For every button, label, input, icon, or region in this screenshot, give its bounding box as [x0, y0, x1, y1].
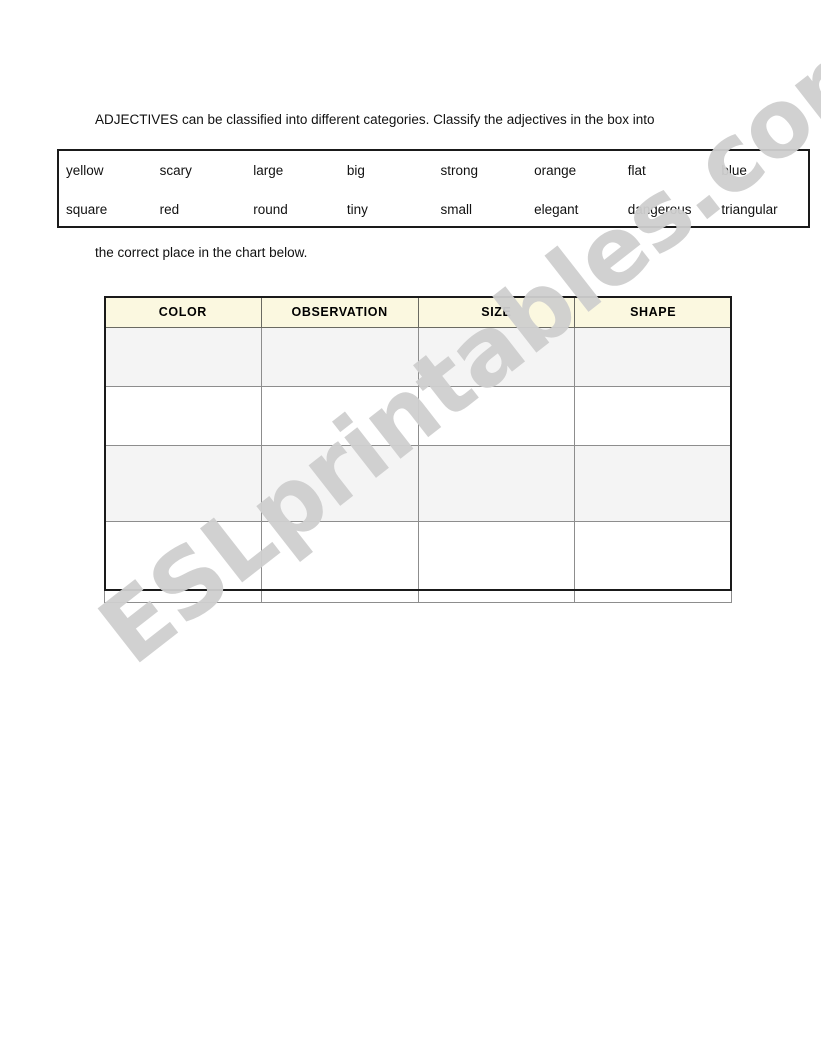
word-item: small [440, 202, 473, 217]
word-item: square [66, 202, 108, 217]
classification-chart: COLOR OBSERVATION SIZE SHAPE [104, 296, 732, 603]
word-item: strong [440, 163, 479, 178]
chart-row [104, 445, 732, 522]
word-bank-row-2: square red round tiny small elegant dang… [59, 190, 808, 229]
word-item: orange [534, 163, 577, 178]
word-item: red [159, 202, 180, 217]
word-item: large [253, 163, 284, 178]
chart-cell[interactable] [260, 445, 419, 522]
word-item: triangular [721, 202, 778, 217]
chart-cell[interactable] [104, 521, 262, 603]
word-item: scary [159, 163, 192, 178]
chart-cell[interactable] [260, 327, 419, 387]
chart-cell[interactable] [417, 521, 576, 603]
word-item: elegant [534, 202, 579, 217]
chart-cell[interactable] [574, 327, 732, 387]
chart-header-shape: SHAPE [574, 296, 732, 328]
word-item: flat [627, 163, 646, 178]
chart-cell[interactable] [417, 445, 576, 522]
worksheet-page: ADJECTIVES can be classified into differ… [0, 0, 821, 1062]
chart-cell[interactable] [574, 386, 732, 446]
word-item: tiny [346, 202, 368, 217]
chart-cell[interactable] [417, 327, 576, 387]
chart-cell[interactable] [417, 386, 576, 446]
chart-cell[interactable] [104, 386, 262, 446]
chart-header-size: SIZE [417, 296, 576, 328]
chart-cell[interactable] [104, 445, 262, 522]
word-item: yellow [66, 163, 104, 178]
chart-header-row: COLOR OBSERVATION SIZE SHAPE [104, 296, 732, 328]
chart-header-observation: OBSERVATION [260, 296, 419, 328]
word-item: blue [721, 163, 747, 178]
chart-row [104, 521, 732, 603]
instruction-line-1: ADJECTIVES can be classified into differ… [95, 112, 655, 127]
chart-cell[interactable] [260, 521, 419, 603]
chart-cell[interactable] [574, 445, 732, 522]
chart-cell[interactable] [260, 386, 419, 446]
word-item: round [253, 202, 288, 217]
chart-cell[interactable] [104, 327, 262, 387]
instruction-line-2: the correct place in the chart below. [95, 245, 308, 260]
word-item: dangerous [627, 202, 692, 217]
word-bank-box: yellow scary large big strong orange fla… [57, 149, 810, 228]
word-item: big [346, 163, 365, 178]
chart-row [104, 327, 732, 387]
chart-cell[interactable] [574, 521, 732, 603]
chart-row [104, 386, 732, 446]
word-bank-row-1: yellow scary large big strong orange fla… [59, 151, 808, 190]
chart-header-color: COLOR [104, 296, 262, 328]
